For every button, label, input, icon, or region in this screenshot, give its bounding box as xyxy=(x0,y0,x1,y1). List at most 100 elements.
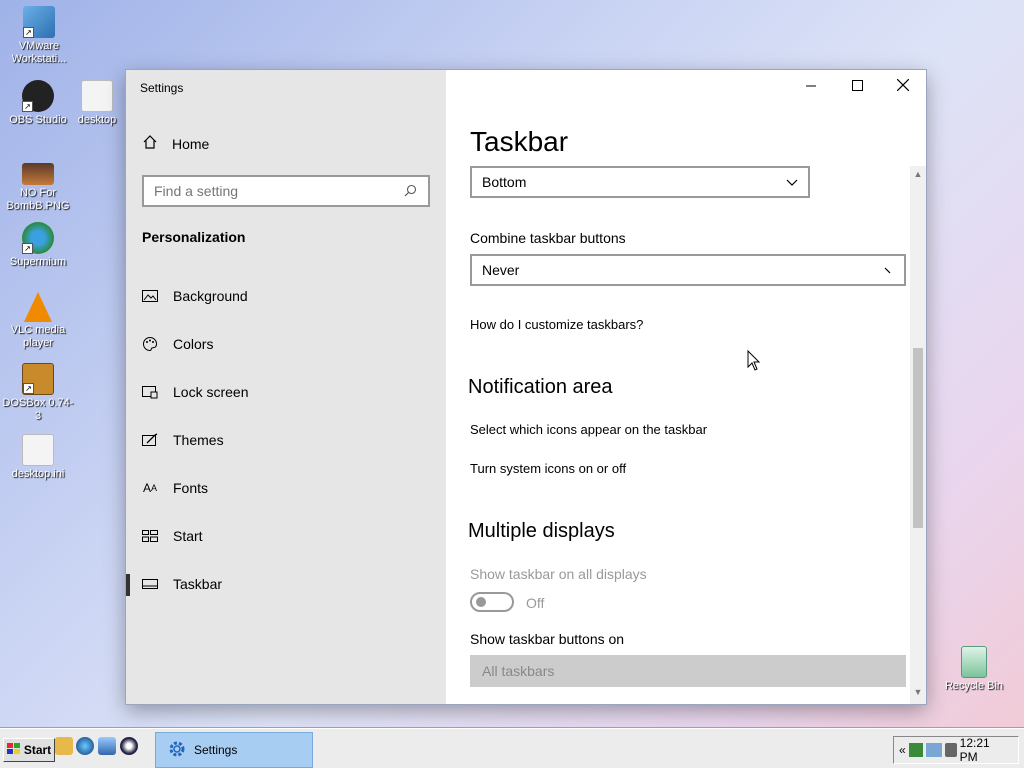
recycle-bin-icon xyxy=(961,646,987,678)
dosbox-icon: ↗ xyxy=(22,363,54,395)
dropdown-value: All taskbars xyxy=(482,663,555,679)
search-input[interactable] xyxy=(154,183,404,199)
toggle-state-label: Off xyxy=(526,595,545,611)
system-tray: « 12:21 PM xyxy=(893,736,1019,764)
scroll-up-icon[interactable]: ▲ xyxy=(910,166,926,182)
show-buttons-on-label: Show taskbar buttons on xyxy=(470,631,625,647)
desktop-icon-label: OBS Studio xyxy=(9,114,67,126)
nav-home[interactable]: Home xyxy=(142,134,209,153)
dropdown-value: Bottom xyxy=(482,174,527,190)
content-scrollbar[interactable]: ▲ ▼ xyxy=(910,166,926,704)
desktop-icon-label: Recycle Bin xyxy=(944,680,1004,692)
sidebar-item-start[interactable]: Start xyxy=(126,516,446,556)
start-button[interactable]: Start xyxy=(3,738,55,762)
desktop-icon-label: DOSBox 0.74-3 xyxy=(2,397,74,422)
taskbar-button-settings[interactable]: Settings xyxy=(155,732,313,768)
toggle-knob xyxy=(476,597,486,607)
quick-launch-media-icon[interactable] xyxy=(120,737,138,755)
combine-label: Combine taskbar buttons xyxy=(470,230,626,246)
file-icon xyxy=(22,434,54,466)
show-all-displays-label: Show taskbar on all displays xyxy=(470,566,647,582)
lock-screen-icon xyxy=(142,384,158,400)
search-icon[interactable] xyxy=(404,184,418,198)
quick-launch-folder-icon[interactable] xyxy=(55,737,73,755)
sidebar-item-colors[interactable]: Colors xyxy=(126,324,446,364)
start-icon xyxy=(142,528,158,544)
nav-home-label: Home xyxy=(172,135,210,152)
desktop-icon-dosbox[interactable]: ↗ DOSBox 0.74-3 xyxy=(1,363,75,423)
settings-window: Settings Home Personalization Background xyxy=(126,70,926,704)
notification-area-heading: Notification area xyxy=(468,376,613,398)
sidebar-item-taskbar[interactable]: Taskbar xyxy=(126,564,446,604)
sidebar-item-lock-screen[interactable]: Lock screen xyxy=(126,372,446,412)
desktop-icon-label: NO For BombB.PNG xyxy=(6,187,70,212)
sidebar-item-label: Colors xyxy=(173,336,214,352)
taskbar-icon xyxy=(142,576,158,592)
sidebar-item-label: Themes xyxy=(173,432,224,448)
system-icons-link[interactable]: Turn system icons on or off xyxy=(470,461,626,476)
combine-buttons-dropdown[interactable]: Never xyxy=(470,254,906,286)
sidebar-item-label: Fonts xyxy=(173,480,209,496)
desktop-icon-desktop-ini[interactable]: desktop.ini xyxy=(1,434,75,481)
vlc-icon xyxy=(24,292,52,322)
sidebar-item-fonts[interactable]: AA Fonts xyxy=(126,468,446,508)
desktop-icon-recycle-bin[interactable]: Recycle Bin xyxy=(937,646,1011,693)
sidebar-item-background[interactable]: Background xyxy=(126,276,446,316)
desktop-icon-image[interactable]: NO For BombB.PNG xyxy=(1,158,75,213)
chevron-down-icon xyxy=(786,174,798,190)
quick-launch-desktop-icon[interactable] xyxy=(98,737,116,755)
chevron-down-icon xyxy=(884,262,894,278)
multiple-displays-heading: Multiple displays xyxy=(468,520,615,542)
show-all-displays-toggle[interactable] xyxy=(470,592,514,612)
desktop-icon-label: desktop.ini xyxy=(11,468,65,480)
nav-section-heading: Personalization xyxy=(142,229,246,245)
customize-taskbars-link[interactable]: How do I customize taskbars? xyxy=(470,317,643,332)
desktop-icon-obs[interactable]: ↗ OBS Studio xyxy=(1,80,75,127)
select-icons-link[interactable]: Select which icons appear on the taskbar xyxy=(470,422,707,437)
tray-volume-icon[interactable] xyxy=(944,743,957,757)
tray-expand-icon[interactable]: « xyxy=(899,743,906,757)
vmware-icon: ↗ xyxy=(23,6,55,38)
browser-icon: ↗ xyxy=(22,222,54,254)
taskbar-button-label: Settings xyxy=(194,743,238,757)
scroll-down-icon[interactable]: ▼ xyxy=(910,684,926,700)
picture-icon xyxy=(142,288,158,304)
search-box[interactable] xyxy=(142,175,430,207)
sidebar-item-themes[interactable]: Themes xyxy=(126,420,446,460)
desktop-icon-label: desktop xyxy=(77,114,117,126)
start-label: Start xyxy=(23,743,52,757)
scroll-thumb[interactable] xyxy=(913,348,923,528)
quick-launch-ie-icon[interactable] xyxy=(76,737,94,755)
sidebar-item-label: Background xyxy=(173,288,248,304)
tray-monitor-icon[interactable] xyxy=(925,743,942,757)
desktop-icon-label: VLC media player xyxy=(10,324,66,349)
gear-icon xyxy=(168,740,186,761)
page-title: Taskbar xyxy=(470,126,569,157)
image-icon xyxy=(22,163,54,185)
desktop-icon-vlc[interactable]: VLC media player xyxy=(1,292,75,350)
sidebar-item-label: Start xyxy=(173,528,203,544)
windows-logo-icon xyxy=(6,742,21,758)
mouse-cursor-icon xyxy=(747,349,761,377)
tray-clock[interactable]: 12:21 PM xyxy=(960,736,1011,764)
obs-icon: ↗ xyxy=(22,80,54,112)
window-title: Settings xyxy=(140,81,184,95)
desktop-icon-supermium[interactable]: ↗ Supermium xyxy=(1,222,75,269)
themes-icon xyxy=(142,432,158,448)
desktop-icon-label: Supermium xyxy=(9,256,67,268)
dropdown-value: Never xyxy=(482,262,520,278)
tray-network-icon[interactable] xyxy=(908,743,923,757)
sidebar-item-label: Lock screen xyxy=(173,384,249,400)
desktop-icon-vmware[interactable]: ↗ VMware Workstati... xyxy=(2,6,76,66)
palette-icon xyxy=(142,336,158,352)
show-buttons-on-dropdown[interactable]: All taskbars xyxy=(470,655,906,687)
settings-nav-pane: Settings Home Personalization Background xyxy=(126,70,446,704)
file-icon xyxy=(81,80,113,112)
desktop-icon-label: VMware Workstati... xyxy=(11,40,67,65)
home-icon xyxy=(142,134,158,153)
taskbar: Start Settings « 12:21 PM xyxy=(0,728,1024,768)
sidebar-item-label: Taskbar xyxy=(173,576,223,592)
settings-content: Taskbar Bottom Combine taskbar buttons N… xyxy=(446,70,926,704)
taskbar-location-dropdown[interactable]: Bottom xyxy=(470,166,810,198)
desktop-icon-desktop[interactable]: desktop xyxy=(72,80,122,127)
